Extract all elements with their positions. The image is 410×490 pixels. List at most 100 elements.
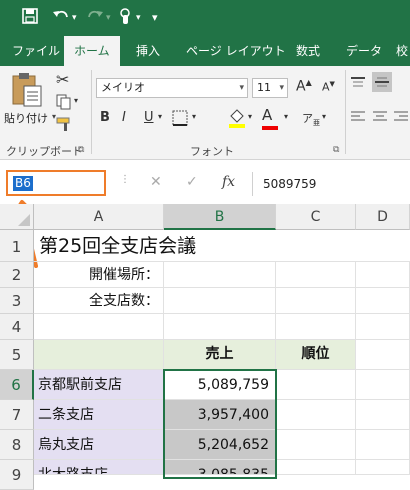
cut-icon[interactable]: ✂ [56, 70, 69, 89]
enter-button[interactable]: ✓ [186, 174, 198, 190]
branch-name[interactable]: 二条支店 [34, 400, 164, 430]
cell-c2[interactable] [276, 262, 356, 288]
underline-button[interactable]: U [144, 110, 154, 125]
cell-b4[interactable] [164, 314, 276, 340]
chevron-down-icon[interactable]: ▾ [158, 112, 162, 121]
cell-d6[interactable] [356, 370, 410, 400]
bold-button[interactable]: B [100, 110, 110, 125]
rank-value[interactable] [276, 400, 356, 430]
chevron-down-icon[interactable]: ▾ [322, 112, 326, 121]
rank-value[interactable] [276, 370, 356, 400]
fill-color-icon[interactable] [228, 108, 246, 132]
tab-page-layout[interactable]: ページ レイアウト [186, 36, 286, 66]
cell-d8[interactable] [356, 430, 410, 460]
tab-data[interactable]: データ [346, 36, 382, 66]
name-box-value: B6 [13, 176, 33, 191]
insert-function-button[interactable]: fx [222, 174, 235, 190]
font-size-dropdown[interactable]: 11 ▾ [252, 78, 288, 98]
row-header-7[interactable]: 7 [0, 400, 34, 430]
align-right-icon[interactable] [394, 110, 408, 128]
rank-value[interactable] [276, 460, 356, 475]
cell-d5[interactable] [356, 340, 410, 370]
align-left-icon[interactable] [350, 110, 366, 128]
row-header-2[interactable]: 2 [0, 262, 34, 288]
row-header-9[interactable]: 9 [0, 460, 34, 490]
cell-a3-branch-count-label[interactable]: 全支店数： [34, 288, 164, 314]
ribbon-tabs: ファイル ホーム 挿入 ページ レイアウト 数式 データ 校 [0, 36, 410, 66]
rank-value[interactable] [276, 430, 356, 460]
chevron-down-icon[interactable]: ▾ [248, 112, 252, 121]
align-middle-icon[interactable] [372, 72, 392, 92]
copy-icon[interactable] [56, 94, 72, 114]
header-sales[interactable]: 売上 [164, 340, 276, 370]
cell-a5[interactable] [34, 340, 164, 370]
align-center-icon[interactable] [372, 110, 388, 128]
cell-c3[interactable] [276, 288, 356, 314]
cell-d7[interactable] [356, 400, 410, 430]
customize-qat-icon[interactable]: ▾ [152, 8, 158, 28]
sales-value[interactable]: 3,957,400 [164, 400, 276, 430]
chevron-down-icon[interactable]: ▾ [74, 96, 78, 105]
cell-a2-venue-label[interactable]: 開催場所： [34, 262, 164, 288]
font-name-dropdown[interactable]: メイリオ ▾ [96, 78, 248, 98]
row-header-3[interactable]: 3 [0, 288, 34, 314]
branch-name[interactable]: 烏丸支店 [34, 430, 164, 460]
tab-home[interactable]: ホーム [64, 36, 120, 66]
tab-insert[interactable]: 挿入 [136, 36, 160, 66]
borders-icon[interactable] [172, 110, 188, 130]
cell-b2[interactable] [164, 262, 276, 288]
chevron-down-icon[interactable]: ▾ [106, 8, 111, 28]
cell-b3[interactable] [164, 288, 276, 314]
dialog-launcher-icon[interactable]: ⧉ [333, 145, 339, 155]
branch-name[interactable]: 京都駅前支店 [34, 370, 164, 400]
cell-d3[interactable] [356, 288, 410, 314]
format-painter-icon[interactable] [56, 116, 74, 136]
name-box[interactable]: B6 [6, 170, 106, 196]
cell-d4[interactable] [356, 314, 410, 340]
grow-font-button[interactable]: A▲ [296, 78, 312, 95]
chevron-down-icon[interactable]: ▾ [136, 8, 141, 28]
row-header-8[interactable]: 8 [0, 430, 34, 460]
cancel-button[interactable]: ✕ [150, 174, 162, 190]
branch-name[interactable]: 北大路支店 [34, 460, 164, 475]
row-header-5[interactable]: 5 [0, 340, 34, 370]
shrink-font-button[interactable]: A▼ [322, 80, 335, 94]
save-icon[interactable] [22, 8, 38, 28]
sales-value[interactable]: 3,085,835 [164, 460, 276, 475]
cell-c4[interactable] [276, 314, 356, 340]
header-rank[interactable]: 順位 [276, 340, 356, 370]
column-header-c[interactable]: C [276, 204, 356, 230]
tab-review[interactable]: 校 [396, 36, 408, 66]
row-header-6[interactable]: 6 [0, 370, 34, 400]
formula-input[interactable]: 5089759 [252, 172, 410, 196]
chevron-down-icon: ▾ [279, 83, 284, 93]
tab-formulas[interactable]: 数式 [296, 36, 320, 66]
cell-a1-title[interactable]: 第25回全支店会議 [34, 230, 410, 262]
select-all-corner[interactable] [0, 204, 34, 230]
row-header-4[interactable]: 4 [0, 314, 34, 340]
sales-value[interactable]: 5,089,759 [164, 370, 276, 400]
formula-bar-grip-icon[interactable]: ⋮ [120, 174, 130, 185]
cell-d9[interactable] [356, 460, 410, 475]
redo-icon[interactable] [86, 8, 104, 28]
font-color-button[interactable]: A [262, 106, 280, 130]
row-header-1[interactable]: 1 [0, 230, 34, 262]
paste-button[interactable]: 貼り付け ▾ [4, 72, 56, 132]
shrink-font-letter: A [322, 80, 330, 94]
cell-a4[interactable] [34, 314, 164, 340]
column-header-d[interactable]: D [356, 204, 410, 230]
cell-d2[interactable] [356, 262, 410, 288]
dialog-launcher-icon[interactable]: ⧉ [78, 145, 84, 155]
chevron-down-icon[interactable]: ▾ [72, 8, 77, 28]
italic-button[interactable]: I [122, 110, 126, 125]
phonetic-guide-icon[interactable]: ア亜 [302, 110, 320, 128]
tab-file[interactable]: ファイル [12, 36, 60, 66]
touch-mode-icon[interactable] [118, 8, 134, 28]
column-header-b[interactable]: B [164, 204, 276, 230]
sales-value[interactable]: 5,204,652 [164, 430, 276, 460]
chevron-down-icon[interactable]: ▾ [192, 112, 196, 121]
align-top-icon[interactable] [350, 76, 366, 94]
chevron-down-icon[interactable]: ▾ [284, 112, 288, 121]
undo-icon[interactable] [52, 8, 70, 28]
column-header-a[interactable]: A [34, 204, 164, 230]
